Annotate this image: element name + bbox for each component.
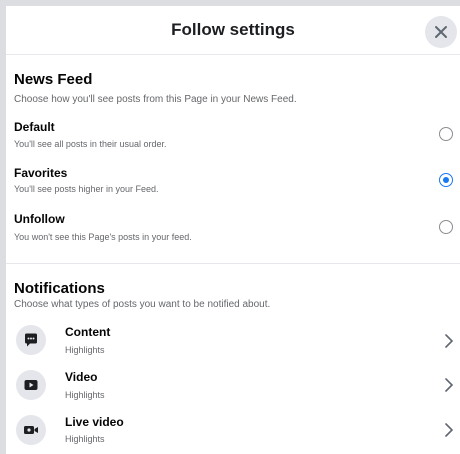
notification-sublabel: Highlights [65, 434, 105, 444]
close-button[interactable] [425, 16, 457, 48]
chat-bubble-icon [25, 333, 37, 347]
radio-unfollow[interactable] [439, 220, 453, 234]
dialog-header: Follow settings [6, 6, 460, 55]
live-video-icon-circle [16, 415, 46, 445]
notifications-description: Choose what types of posts you want to b… [14, 299, 271, 310]
dialog-title: Follow settings [171, 20, 295, 39]
chevron-right-icon [445, 334, 454, 348]
chat-bubble-icon-circle [16, 325, 46, 355]
news-feed-description: Choose how you'll see posts from this Pa… [14, 94, 297, 105]
option-label: Favorites [14, 166, 68, 180]
video-play-icon [24, 380, 38, 390]
option-description: You'll see posts higher in your Feed. [14, 184, 159, 194]
notification-sublabel: Highlights [65, 345, 105, 355]
video-play-icon-circle [16, 370, 46, 400]
option-description: You'll see all posts in their usual orde… [14, 139, 167, 149]
notification-label: Content [65, 325, 111, 339]
section-divider [6, 263, 460, 264]
follow-settings-dialog: Follow settings News Feed Choose how you… [6, 6, 460, 454]
chevron-right-icon [445, 423, 454, 437]
close-icon [435, 26, 447, 38]
notification-label: Video [65, 370, 98, 384]
notification-sublabel: Highlights [65, 390, 105, 400]
option-label: Default [14, 120, 55, 134]
news-feed-title: News Feed [14, 71, 93, 88]
radio-favorites[interactable] [439, 173, 453, 187]
notification-label: Live video [65, 415, 124, 429]
live-video-icon [24, 426, 38, 434]
notifications-title: Notifications [14, 280, 105, 297]
option-label: Unfollow [14, 212, 65, 226]
radio-default[interactable] [439, 127, 453, 141]
chevron-right-icon [445, 378, 454, 392]
option-description: You won't see this Page's posts in your … [14, 232, 192, 242]
